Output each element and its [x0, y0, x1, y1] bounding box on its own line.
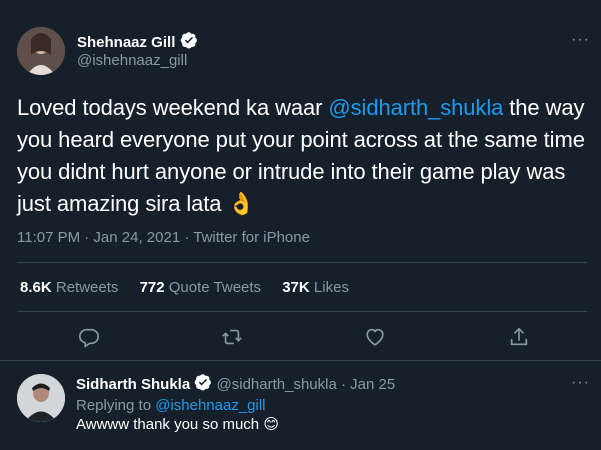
- retweet-button[interactable]: [220, 326, 244, 348]
- divider-top: [17, 262, 587, 263]
- smile-emoji: 😊: [263, 416, 279, 433]
- more-icon[interactable]: ···: [571, 32, 590, 48]
- replying-to-handle[interactable]: @ishehnaaz_gill: [155, 397, 265, 414]
- author-handle[interactable]: @ishehnaaz_gill: [77, 51, 187, 71]
- divider-middle: [17, 311, 587, 312]
- divider-bottom: [0, 360, 601, 361]
- reply-text: Awwww thank you so much 😊: [76, 415, 279, 435]
- like-button[interactable]: [364, 326, 386, 348]
- quotes-label: Quote Tweets: [168, 279, 262, 296]
- replying-to-label: Replying to: [76, 397, 156, 414]
- reply-author-handle[interactable]: @sidharth_shukla: [217, 376, 337, 393]
- tweet-timestamp[interactable]: 11:07 PM · Jan 24, 2021: [17, 229, 180, 246]
- author-name[interactable]: Shehnaaz Gill: [77, 34, 175, 51]
- likes-label: Likes: [313, 279, 349, 296]
- likes-stat[interactable]: 37K Likes: [282, 279, 349, 296]
- reply-date[interactable]: Jan 25: [350, 376, 395, 393]
- replying-to: Replying to @ishehnaaz_gill: [76, 396, 266, 416]
- tweet-meta: 11:07 PM · Jan 24, 2021 · Twitter for iP…: [17, 228, 310, 248]
- ok-hand-emoji: 👌: [227, 191, 255, 216]
- reply-icon: [78, 326, 100, 348]
- tweet-text-part1: Loved todays weekend ka waar: [17, 95, 329, 120]
- tweet-text: Loved todays weekend ka waar @sidharth_s…: [17, 92, 587, 220]
- reply-verified-badge-icon: [194, 373, 212, 397]
- stats-row: 8.6K Retweets 772 Quote Tweets 37K Likes: [20, 278, 349, 298]
- reply-dot: ·: [341, 375, 346, 393]
- share-button[interactable]: [508, 325, 530, 349]
- mention-link[interactable]: @sidharth_shukla: [328, 95, 503, 120]
- author-avatar[interactable]: [17, 27, 65, 75]
- retweets-label: Retweets: [55, 279, 119, 296]
- like-icon: [364, 326, 386, 348]
- share-icon: [508, 325, 530, 349]
- retweets-count: 8.6K: [20, 279, 52, 296]
- reply-author-name[interactable]: Sidharth Shukla: [76, 376, 190, 393]
- meta-separator: ·: [180, 229, 194, 246]
- reply-text-content: Awwww thank you so much: [76, 416, 264, 433]
- likes-count: 37K: [282, 279, 310, 296]
- retweet-icon: [220, 326, 244, 348]
- quotes-stat[interactable]: 772 Quote Tweets: [140, 279, 261, 296]
- reply-button[interactable]: [78, 326, 100, 348]
- quotes-count: 772: [139, 279, 165, 296]
- retweets-stat[interactable]: 8.6K Retweets: [20, 279, 118, 296]
- reply-more-icon[interactable]: ···: [571, 375, 590, 391]
- reply-author-avatar[interactable]: [17, 374, 65, 422]
- tweet-source[interactable]: Twitter for iPhone: [193, 229, 310, 246]
- reply-header: Sidharth Shukla @sidharth_shukla · Jan 2…: [76, 373, 395, 397]
